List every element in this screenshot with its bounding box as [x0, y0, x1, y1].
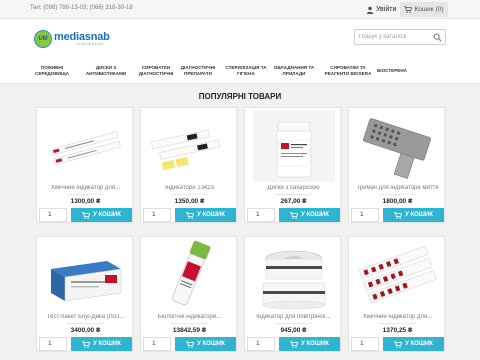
site-logo[interactable]: UM mediasnab ukrmediasnab — [34, 30, 122, 48]
biological-indicator-vial-icon — [171, 240, 211, 306]
cart-icon — [290, 340, 299, 348]
add-to-cart-button[interactable]: У кошик — [279, 208, 340, 222]
nav-item-equipment-devices[interactable]: Обладнання та прилади — [266, 65, 322, 77]
cart-icon — [82, 211, 91, 219]
quantity-input[interactable]: 1 — [351, 208, 379, 222]
divider — [275, 323, 312, 324]
cart-icon — [404, 6, 413, 13]
cart-icon — [186, 340, 195, 348]
product-title[interactable]: Хімічний індикатор для... — [39, 185, 132, 191]
product-image[interactable] — [149, 239, 231, 311]
product-card: Тест-пакет Боуі-Дика (ISO... 3400,00 ₴ 1… — [36, 236, 133, 352]
quantity-input[interactable]: 1 — [143, 337, 171, 351]
product-card: Хімічний індикатор для... 1300,00 ₴ 1 У … — [36, 107, 133, 223]
product-price: 267,00 ₴ — [280, 198, 307, 205]
product-title[interactable]: Тримач для індикатора миття — [351, 185, 444, 191]
product-title[interactable]: Індикатори 13423 — [143, 185, 236, 191]
quantity-input[interactable]: 1 — [247, 337, 275, 351]
product-price: 1370,25 ₴ — [382, 327, 413, 334]
cart-icon — [290, 211, 299, 219]
cart-icon — [394, 340, 403, 348]
cart-icon — [186, 211, 195, 219]
chemical-indicator-cards-icon — [358, 245, 438, 304]
product-price: 1800,00 ₴ — [382, 198, 413, 205]
search-icon[interactable] — [433, 33, 442, 42]
cart-icon — [82, 340, 91, 348]
product-price: 3400,00 ₴ — [70, 327, 101, 334]
product-image[interactable] — [253, 110, 335, 182]
product-card: Тримач для індикатора миття 1800,00 ₴ 1 … — [348, 107, 445, 223]
search-input[interactable] — [359, 32, 429, 42]
login-link[interactable]: Увійти — [366, 3, 396, 16]
divider — [171, 323, 208, 324]
indicator-strips-13423-icon — [151, 129, 221, 171]
product-card: Хімічний індикатор для... 1370,25 ₴ 1 У … — [348, 236, 445, 352]
nav-item-biosterena[interactable]: Біостерена — [370, 68, 414, 74]
product-image[interactable] — [357, 110, 439, 182]
quantity-input[interactable]: 1 — [351, 337, 379, 351]
divider — [379, 194, 416, 195]
section-title: Популярні товари — [198, 92, 282, 101]
product-price: 1350,00 ₴ — [174, 198, 205, 205]
cart-label: Кошик — [414, 6, 434, 13]
product-image[interactable] — [149, 110, 231, 182]
nav-item-biosera-reagents[interactable]: Сироватки та реагенти BIOSERA — [318, 65, 378, 77]
cart-button[interactable]: Кошик (0) — [400, 2, 448, 17]
product-card: Індикатори 13423 1350,00 ₴ 1 У кошик — [140, 107, 237, 223]
login-label: Увійти — [376, 6, 397, 13]
washing-indicator-holder-icon — [363, 118, 431, 179]
product-price: 1300,00 ₴ — [70, 198, 101, 205]
product-title[interactable]: Диски з сахарозою — [247, 185, 340, 191]
divider — [171, 194, 208, 195]
add-to-cart-button[interactable]: У кошик — [279, 337, 340, 351]
quantity-input[interactable]: 1 — [39, 337, 67, 351]
user-icon — [366, 6, 374, 14]
nav-item-antibiotic-discs[interactable]: Диски з антибіотиками — [80, 65, 132, 77]
add-to-cart-button[interactable]: У кошик — [71, 337, 132, 351]
quantity-input[interactable]: 1 — [39, 208, 67, 222]
category-nav: Поживні середовища Диски з антибіотиками С… — [0, 60, 480, 84]
divider — [275, 194, 312, 195]
bowie-dick-test-pack-icon — [51, 261, 122, 302]
cart-icon — [394, 211, 403, 219]
product-card: Диски з сахарозою 267,00 ₴ 1 У кошик — [244, 107, 341, 223]
top-bar: Тел: (098) 798-13-03; (066) 318-30-18 Ув… — [0, 0, 480, 19]
product-image[interactable] — [253, 239, 335, 311]
add-to-cart-button[interactable]: У кошик — [383, 208, 444, 222]
nav-item-diagnostic-preparations[interactable]: Діагностичні препарати — [172, 65, 224, 77]
product-card: Індикатор для повітряної... 945,00 ₴ 1 У… — [244, 236, 341, 352]
add-to-cart-button[interactable]: У кошик — [175, 208, 236, 222]
logo-mark: UM — [34, 30, 52, 48]
chemical-indicator-strips-icon — [50, 131, 121, 166]
add-to-cart-button[interactable]: У кошик — [383, 337, 444, 351]
product-title[interactable]: Тест-пакет Боуі-Дика (ISO... — [39, 314, 132, 320]
add-to-cart-button[interactable]: У кошик — [71, 208, 132, 222]
product-card: Біологічні індикатори... 13842,59 ₴ 1 У … — [140, 236, 237, 352]
divider — [379, 323, 416, 324]
logo-tagline: ukrmediasnab — [76, 42, 104, 46]
product-image[interactable] — [357, 239, 439, 311]
cart-count: (0) — [435, 6, 444, 13]
nav-item-nutrient-media[interactable]: Поживні середовища — [26, 65, 78, 77]
header: UM mediasnab ukrmediasnab — [0, 19, 480, 60]
search-box — [354, 29, 446, 45]
quantity-input[interactable]: 1 — [247, 208, 275, 222]
product-title[interactable]: Індикатор для повітряної... — [247, 314, 340, 320]
divider — [67, 323, 104, 324]
product-title[interactable]: Хімічний індикатор для... — [351, 314, 444, 320]
product-price: 13842,59 ₴ — [172, 327, 207, 334]
product-title[interactable]: Біологічні індикатори... — [143, 314, 236, 320]
product-image[interactable] — [45, 239, 127, 311]
add-to-cart-button[interactable]: У кошик — [175, 337, 236, 351]
indicator-tape-rolls-icon — [262, 250, 326, 310]
contact-phones: Тел: (098) 798-13-03; (066) 318-30-18 — [30, 5, 133, 11]
product-price: 945,00 ₴ — [280, 327, 307, 334]
product-image[interactable] — [45, 110, 127, 182]
sucrose-discs-vial-icon — [253, 110, 335, 182]
quantity-input[interactable]: 1 — [143, 208, 171, 222]
divider — [67, 194, 104, 195]
